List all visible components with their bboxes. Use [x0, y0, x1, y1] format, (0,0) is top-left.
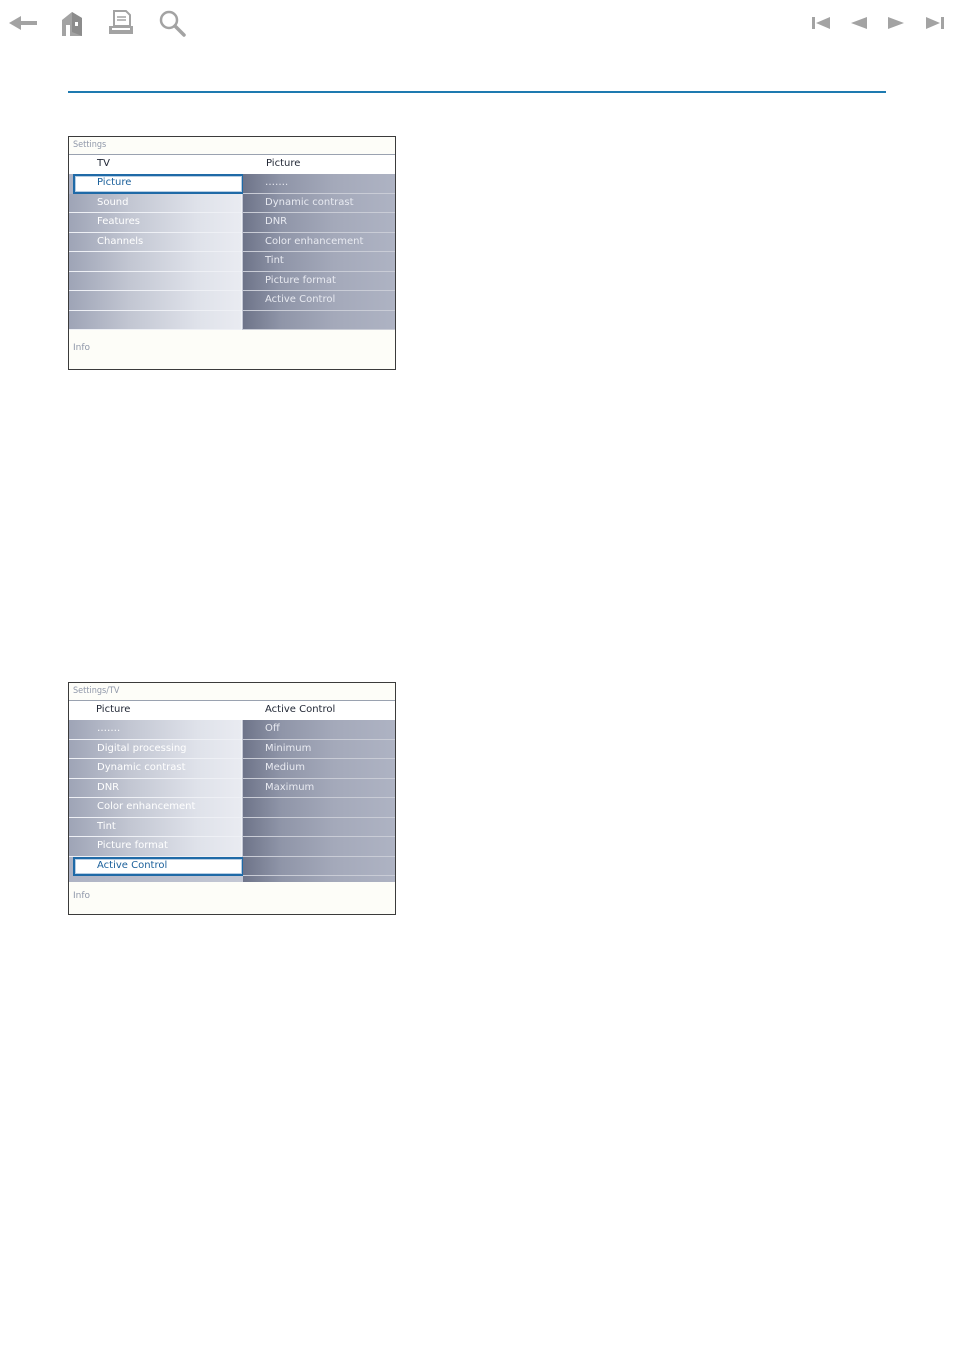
info-label: Info [73, 343, 91, 353]
menu-header-row: TV Picture [69, 154, 395, 175]
menu-left-column: ……. Digital processing Dynamic contrast … [69, 720, 244, 882]
search-button[interactable] [155, 6, 189, 40]
menu-item-features[interactable]: Features [69, 213, 242, 233]
submenu-item-empty [243, 857, 395, 876]
first-page-icon [812, 17, 830, 29]
submenu-item-empty [243, 798, 395, 818]
previous-page-icon [851, 17, 867, 29]
menu-item-channels[interactable]: Channels [69, 232, 242, 252]
menu-item-dnr[interactable]: DNR [69, 778, 242, 798]
tv-menu-screen-1: Settings TV Picture Picture Sound Featur… [68, 136, 396, 370]
menu-item-color-enhancement[interactable]: Color enhancement [69, 798, 242, 818]
breadcrumb: Settings/TV [73, 686, 120, 696]
menu-header-row: Picture Active Control [69, 700, 395, 721]
menu-item-active-control[interactable]: Active Control [73, 856, 244, 876]
info-label: Info [73, 891, 91, 901]
submenu-item-active-control: Active Control [243, 291, 395, 311]
submenu-item-color-enhancement: Color enhancement [243, 233, 395, 252]
submenu-item-dynamic-contrast: Dynamic contrast [243, 194, 395, 213]
submenu-item-empty [243, 311, 395, 330]
menu-item-digital-processing[interactable]: Digital processing [69, 739, 242, 759]
menu-item-empty [69, 291, 242, 311]
submenu-item-more: ……. [243, 174, 395, 194]
submenu-item-medium: Medium [243, 759, 395, 779]
info-bar: Info [69, 331, 395, 369]
print-button[interactable] [104, 6, 138, 40]
submenu-item-dnr: DNR [243, 213, 395, 233]
submenu-item-maximum: Maximum [243, 779, 395, 798]
menu-item-empty [69, 252, 242, 272]
first-page-button[interactable] [805, 6, 839, 40]
menu-body: Picture Sound Features Channels ……. Dyna… [69, 174, 395, 330]
submenu-item-tint: Tint [243, 252, 395, 272]
submenu-item-picture-format: Picture format [243, 272, 395, 291]
print-icon [109, 10, 133, 34]
menu-item-dynamic-contrast[interactable]: Dynamic contrast [69, 759, 242, 779]
left-column-title: TV [97, 158, 110, 169]
last-page-button[interactable] [917, 6, 951, 40]
left-column-title: Picture [96, 704, 131, 715]
home-button[interactable] [55, 6, 89, 40]
menu-item-picture[interactable]: Picture [73, 174, 244, 194]
menu-item-empty [69, 310, 242, 330]
menu-item-sound[interactable]: Sound [69, 193, 242, 213]
menu-right-column: ……. Dynamic contrast DNR Color enhanceme… [243, 174, 395, 330]
next-page-icon [888, 17, 904, 29]
menu-left-column: Picture Sound Features Channels [69, 174, 244, 330]
right-column-title: Active Control [265, 704, 336, 715]
search-icon [159, 10, 186, 37]
right-column-title: Picture [266, 158, 301, 169]
menu-right-column: Off Minimum Medium Maximum [243, 720, 395, 882]
next-page-button[interactable] [879, 6, 913, 40]
submenu-item-empty [243, 818, 395, 837]
last-page-icon [926, 17, 944, 29]
previous-page-button[interactable] [842, 6, 876, 40]
home-icon [62, 12, 82, 36]
back-arrow-icon [9, 16, 37, 30]
info-bar: Info [69, 882, 395, 914]
tv-menu-screen-2: Settings/TV Picture Active Control ……. D… [68, 682, 396, 915]
back-button[interactable] [6, 6, 40, 40]
menu-item-tint[interactable]: Tint [69, 817, 242, 837]
submenu-item-empty [243, 837, 395, 857]
submenu-item-off: Off [243, 720, 395, 740]
menu-item-picture-format[interactable]: Picture format [69, 837, 242, 857]
breadcrumb: Settings [73, 140, 107, 150]
menu-item-empty [69, 271, 242, 291]
submenu-item-minimum: Minimum [243, 740, 395, 759]
menu-body: ……. Digital processing Dynamic contrast … [69, 720, 395, 882]
header-divider [68, 91, 886, 93]
menu-item-more[interactable]: ……. [69, 720, 242, 740]
